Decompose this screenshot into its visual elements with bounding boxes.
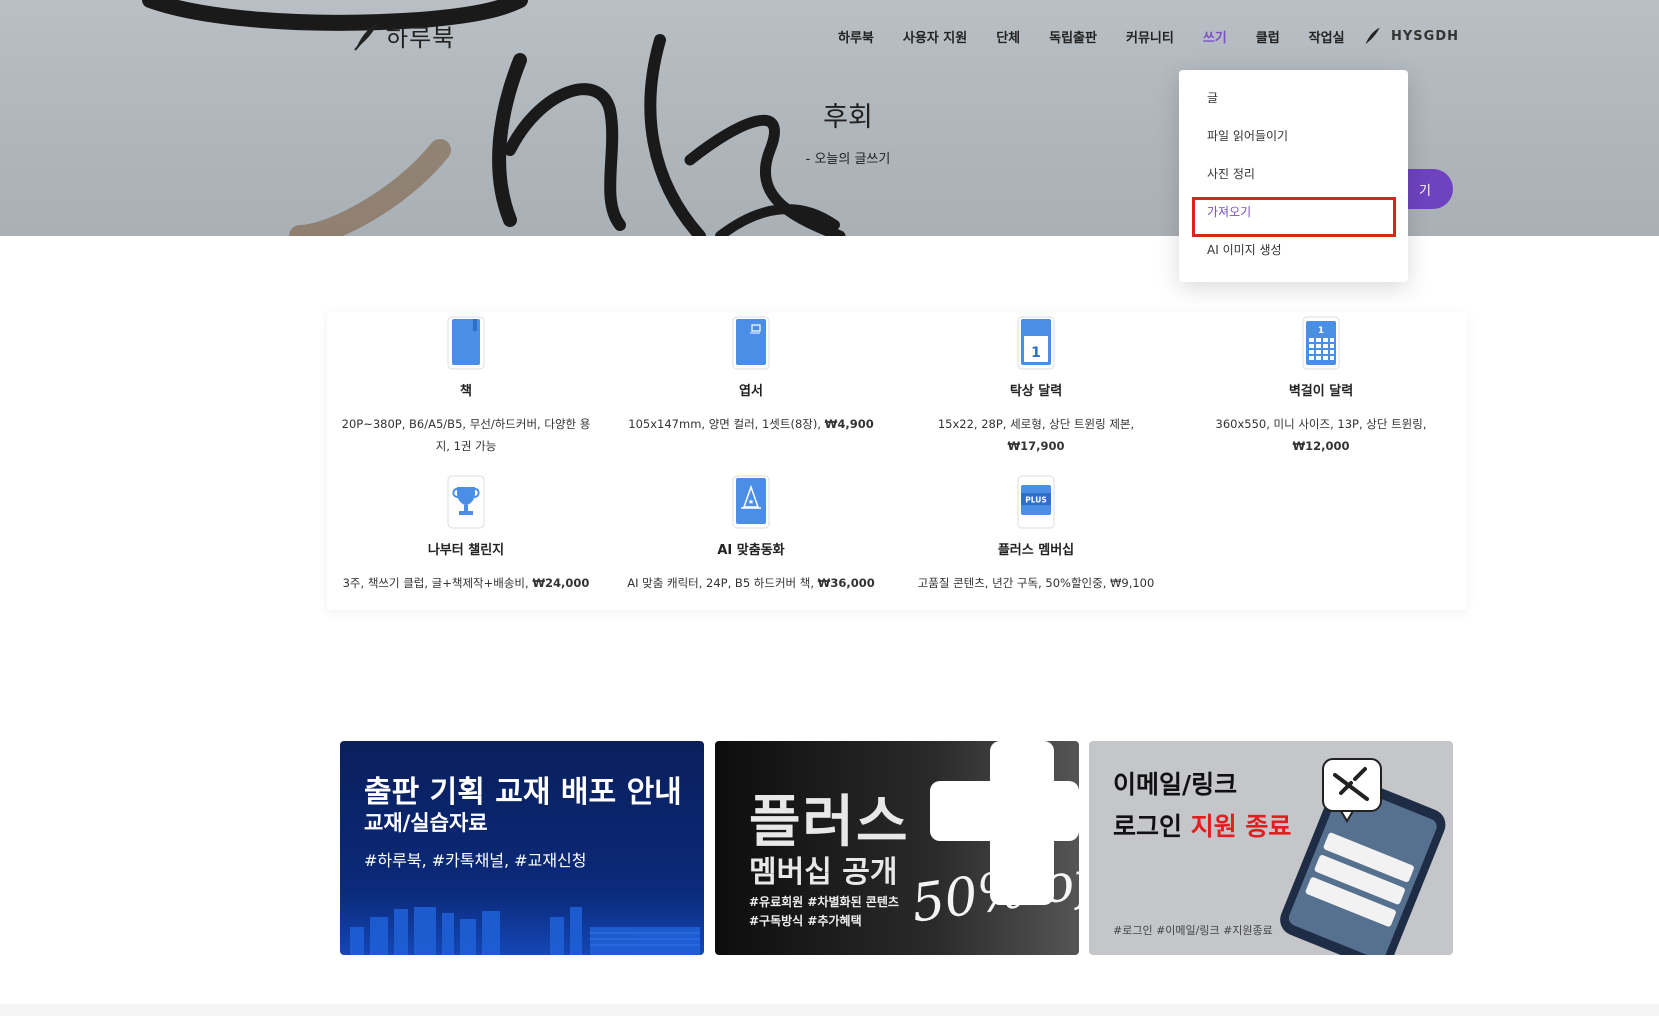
nav-item-community[interactable]: 커뮤니티	[1126, 27, 1174, 46]
svg-text:1: 1	[1318, 326, 1324, 336]
nav-item-workroom[interactable]: 작업실	[1309, 27, 1345, 46]
product-desc: AI 맞춤 캐릭터, 24P, B5 하드커버 책, ₩36,000	[627, 576, 875, 590]
banner-tags: #구독방식 #추가혜택	[749, 914, 862, 928]
nav-item-write[interactable]: 쓰기	[1203, 27, 1227, 46]
product-name: 책	[460, 384, 472, 399]
hero-banner: 하루북 하루북 사용자 지원 단체 독립출판 커뮤니티 쓰기 클럽 작업실 HY…	[0, 0, 1659, 236]
banner-subtitle: 교재/실습자료	[364, 811, 488, 835]
page: 하루북 하루북 사용자 지원 단체 독립출판 커뮤니티 쓰기 클럽 작업실 HY…	[0, 0, 1659, 1016]
nav-item-user-support[interactable]: 사용자 지원	[903, 27, 967, 46]
banner-subtitle: 멤버십 공개	[749, 855, 898, 890]
product-desc: 고품질 콘텐츠, 년간 구독, 50%할인중, ₩9,100	[917, 576, 1155, 590]
quill-icon	[354, 22, 378, 51]
product-name: 탁상 달력	[1009, 384, 1063, 399]
banner-title: 출판 기획 교재 배포 안내	[364, 775, 682, 810]
dropdown-item-writing[interactable]: 글	[1179, 88, 1408, 126]
banner-tags: #유료회원 #차별화된 콘텐츠	[749, 895, 899, 909]
banner-textbook-distribution[interactable]: 출판 기획 교재 배포 안내 교재/실습자료 #하루북, #카톡채널, #교재신…	[340, 741, 704, 955]
product-desc: 15x22, 28P, 세로형, 상단 트윈링 제본, ₩17,900	[937, 417, 1135, 453]
products-card: 책 20P~380P, B6/A5/B5, 무선/하드커버, 다양한 용지, 1…	[327, 312, 1467, 610]
svg-text:PLUS: PLUS	[1025, 496, 1047, 505]
product-desk-calendar[interactable]: 1 탁상 달력 15x22, 28P, 세로형, 상단 트윈링 제본, ₩17,…	[901, 312, 1171, 457]
dropdown-item-import[interactable]: 가져오기	[1179, 202, 1408, 240]
quill-icon	[1365, 27, 1380, 45]
svg-text:1: 1	[1031, 345, 1041, 361]
nav-item-group[interactable]: 단체	[996, 27, 1020, 46]
banner-subtitle: 로그인 지원 종료	[1113, 812, 1292, 841]
wall-calendar-icon: 1	[1302, 316, 1340, 370]
site-logo[interactable]: 하루북	[352, 18, 455, 53]
product-plus-membership[interactable]: PLUS 플러스 멤버십 고품질 콘텐츠, 년간 구독, 50%할인중, ₩9,…	[901, 471, 1171, 594]
wizard-book-icon: ★	[732, 475, 770, 529]
product-desc: 105x147mm, 양면 컬러, 1셋트(8장), ₩4,900	[628, 417, 874, 431]
dropdown-item-organize-photos[interactable]: 사진 정리	[1179, 164, 1408, 202]
main-nav: 하루북 사용자 지원 단체 독립출판 커뮤니티 쓰기 클럽 작업실	[838, 27, 1374, 46]
product-ai-fairytale[interactable]: ★ AI 맞춤동화 AI 맞춤 캐릭터, 24P, B5 하드커버 책, ₩36…	[616, 471, 886, 594]
banner-title: 이메일/링크	[1113, 770, 1238, 799]
trophy-icon	[447, 475, 485, 529]
product-name: 나부터 챌린지	[427, 543, 505, 558]
user-menu[interactable]: HYSGDH	[1363, 26, 1459, 46]
book-icon	[447, 316, 485, 370]
product-postcard[interactable]: 엽서 105x147mm, 양면 컬러, 1셋트(8장), ₩4,900	[616, 312, 886, 435]
nav-item-indie-publishing[interactable]: 독립출판	[1049, 27, 1097, 46]
product-name: 플러스 멤버십	[997, 543, 1075, 558]
logo-text: 하루북	[386, 24, 456, 52]
product-name: 벽걸이 달력	[1288, 384, 1354, 399]
plus-membership-icon: PLUS	[1017, 475, 1055, 529]
hero-title: 후회	[823, 102, 873, 133]
dropdown-item-import-file[interactable]: 파일 읽어들이기	[1179, 126, 1408, 164]
desk-calendar-icon: 1	[1017, 316, 1055, 370]
postcard-icon	[732, 316, 770, 370]
hero-button-label: 기	[1419, 183, 1431, 199]
product-desc: 360x550, 미니 사이즈, 13P, 상단 트윈링, ₩12,000	[1215, 417, 1427, 453]
banner-login-support-end[interactable]: 이메일/링크 로그인 지원 종료 #로그인 #이메일/링크 #지원종료	[1089, 741, 1453, 955]
nav-item-club[interactable]: 클럽	[1256, 27, 1280, 46]
product-book[interactable]: 책 20P~380P, B6/A5/B5, 무선/하드커버, 다양한 용지, 1…	[331, 312, 601, 457]
banner-plus-membership[interactable]: 플러스 멤버십 공개 #유료회원 #차별화된 콘텐츠 #구독방식 #추가혜택 5…	[715, 741, 1079, 955]
product-wall-calendar[interactable]: 1 벽걸이 달력 360x550, 미니 사이즈, 13P, 상단 트윈링, ₩…	[1186, 312, 1456, 457]
banner-tags: #로그인 #이메일/링크 #지원종료	[1113, 924, 1273, 937]
banner-tags: #하루북, #카톡채널, #교재신청	[364, 851, 587, 870]
product-desc: 20P~380P, B6/A5/B5, 무선/하드커버, 다양한 용지, 1권 …	[341, 417, 591, 453]
write-dropdown-menu: 글 파일 읽어들이기 사진 정리 가져오기 AI 이미지 생성	[1179, 70, 1408, 282]
hero-subtitle: - 오늘의 글쓰기	[805, 152, 891, 167]
product-challenge[interactable]: 나부터 챌린지 3주, 책쓰기 클럽, 글+책제작+배송비, ₩24,000	[331, 471, 601, 594]
footer-strip	[0, 1004, 1659, 1016]
product-desc: 3주, 책쓰기 클럽, 글+책제작+배송비, ₩24,000	[342, 576, 590, 590]
dropdown-item-ai-image[interactable]: AI 이미지 생성	[1179, 240, 1408, 278]
svg-text:★: ★	[748, 498, 754, 506]
user-name: HYSGDH	[1391, 28, 1459, 44]
product-name: 엽서	[739, 384, 763, 399]
nav-item-harubook[interactable]: 하루북	[838, 27, 874, 46]
product-name: AI 맞춤동화	[717, 543, 785, 558]
banner-title: 플러스	[749, 790, 910, 855]
